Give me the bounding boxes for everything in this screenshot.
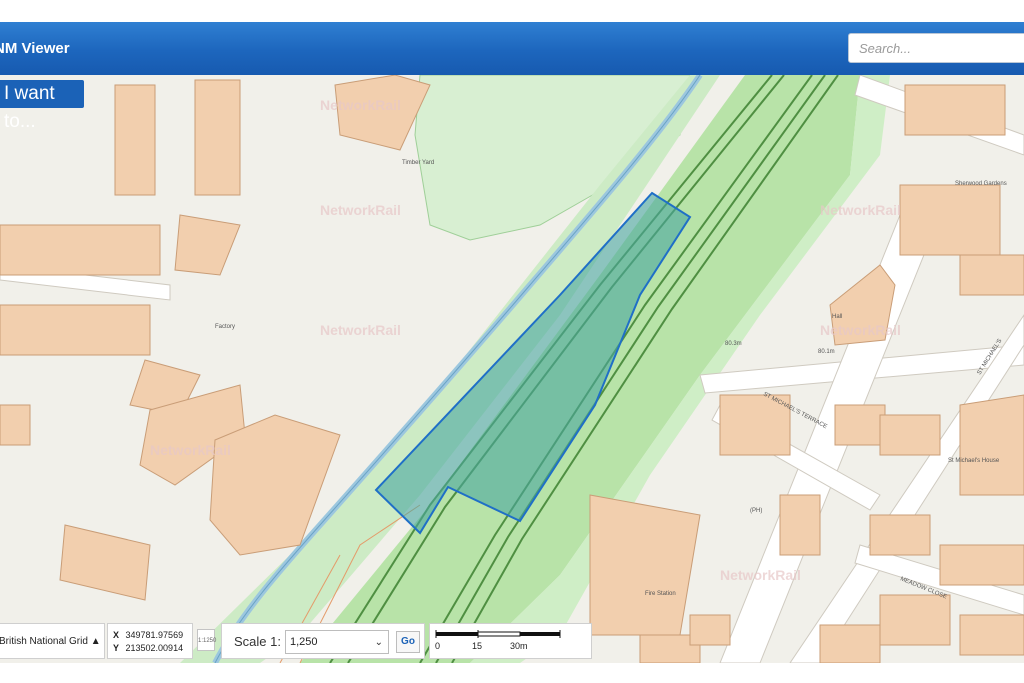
chevron-down-icon: ⌄ [374,637,383,648]
svg-text:NetworkRail: NetworkRail [150,442,231,458]
label-st-michaels-house: St Michael's House [948,458,1000,464]
scale-bar: 0 15 30m [429,623,592,659]
label-factory: Factory [215,324,235,330]
crs-selector[interactable]: British National Grid ▲ [0,623,105,659]
scale-select[interactable]: 1,250 ⌄ [285,630,389,654]
x-label: X [113,630,120,640]
scalebar-tick-0: 0 [435,641,441,651]
svg-text:NetworkRail: NetworkRail [320,202,401,218]
label-fire-station: Fire Station [645,591,676,597]
svg-text:NetworkRail: NetworkRail [820,322,901,338]
label-level-1: 80.3m [725,341,742,347]
top-margin [0,0,1024,22]
x-value: 349781.97569 [125,630,184,640]
coordinates-readout: X 349781.97569 Y 213502.00914 [107,623,193,659]
zoom-scale-icon[interactable]: 1:1250 [197,629,216,651]
label-hall: Hall [832,314,842,320]
label-level-2: 80.1m [818,349,835,355]
scale-control: Scale 1: 1,250 ⌄ Go [221,623,425,659]
go-button[interactable]: Go [396,631,420,653]
scale-label: Scale 1: [234,634,281,649]
label-ph: (PH) [750,508,762,514]
search-input[interactable] [848,33,1024,63]
i-want-to-button[interactable]: I want to... [0,80,84,132]
map-svg[interactable]: NetworkRail NetworkRail NetworkRail Netw… [0,75,1024,663]
label-sherwood-gardens: Sherwood Gardens [955,181,1007,187]
svg-text:NetworkRail: NetworkRail [320,97,401,113]
y-value: 213502.00914 [125,643,184,653]
label-timber-yard: Timber Yard [402,160,434,166]
bottom-margin [0,663,1024,683]
app-header: NM Viewer [0,22,1024,75]
svg-text:NetworkRail: NetworkRail [820,202,901,218]
y-label: Y [113,643,120,653]
svg-text:NetworkRail: NetworkRail [720,567,801,583]
svg-text:NetworkRail: NetworkRail [320,322,401,338]
app-title: NM Viewer [0,40,70,57]
map-canvas[interactable]: NetworkRail NetworkRail NetworkRail Netw… [0,75,1024,663]
scalebar-tick-15: 15 [472,641,483,651]
scalebar-tick-30: 30m [510,641,528,651]
scale-value: 1,250 [290,636,318,648]
